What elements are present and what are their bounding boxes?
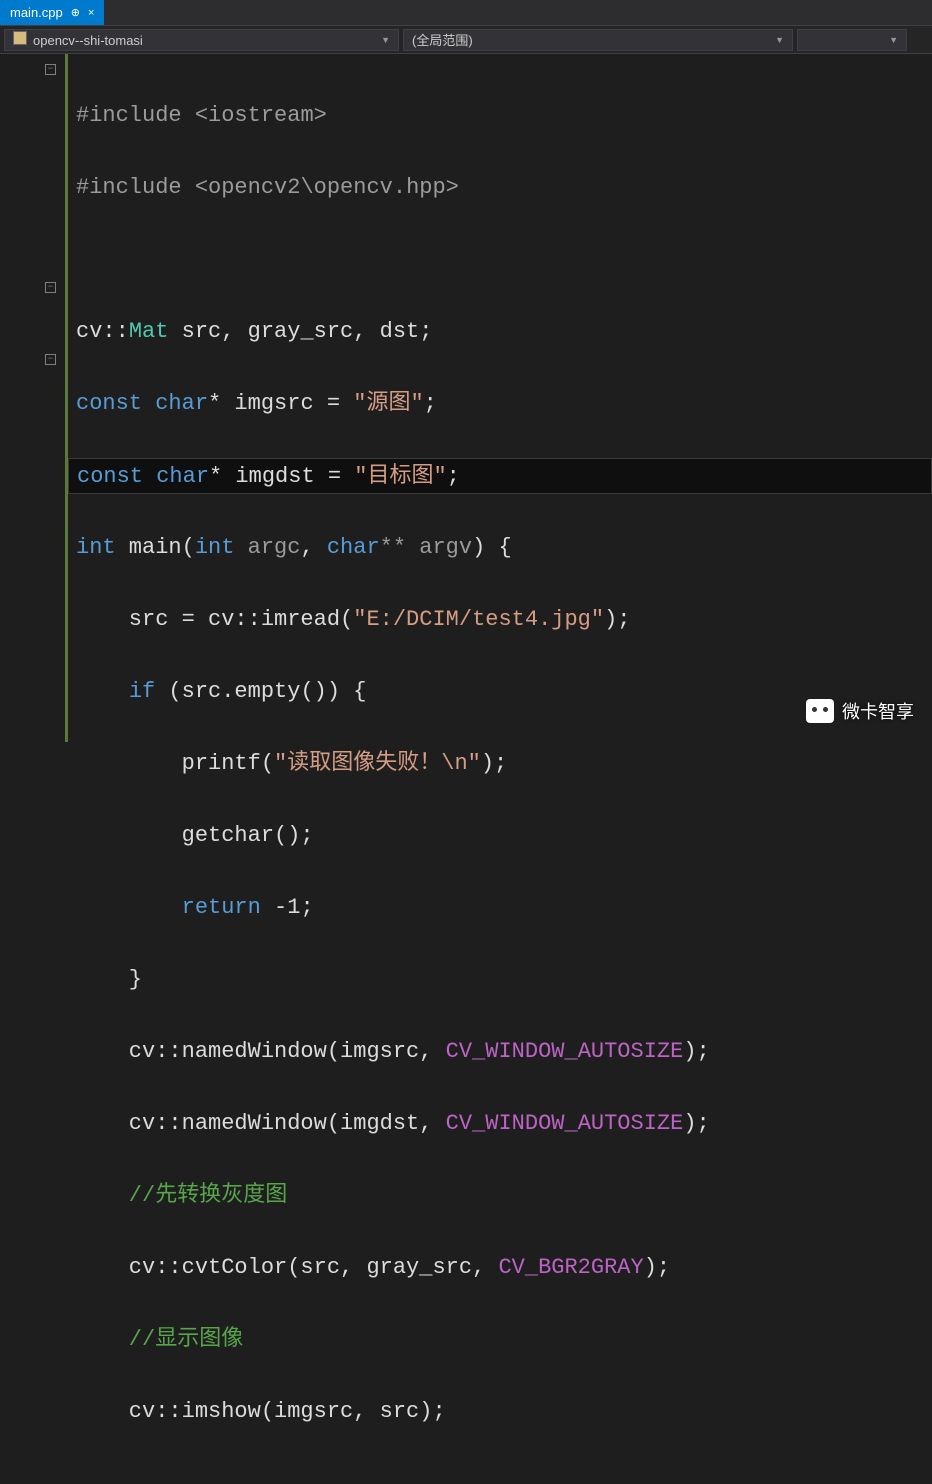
- code-editor[interactable]: − − − #include <iostream> #include <open…: [0, 54, 932, 742]
- string-literal: "源图": [353, 391, 423, 416]
- code-text: cv::cvtColor(src, gray_src,: [76, 1255, 498, 1280]
- code-text: * imgsrc =: [208, 391, 353, 416]
- gutter: − − −: [0, 54, 68, 742]
- constant: CV_WINDOW_AUTOSIZE: [446, 1039, 684, 1064]
- chevron-down-icon: ▼: [775, 35, 784, 45]
- code-area[interactable]: #include <iostream> #include <opencv2\op…: [68, 54, 932, 742]
- tab-bar: main.cpp ⊕ ×: [0, 0, 932, 26]
- tab-close-icon[interactable]: ×: [88, 7, 94, 19]
- tab-pin-icon[interactable]: ⊕: [71, 6, 80, 19]
- code-text: getchar();: [76, 823, 314, 848]
- file-tab[interactable]: main.cpp ⊕ ×: [0, 0, 104, 25]
- constant: CV_WINDOW_AUTOSIZE: [446, 1111, 684, 1136]
- blank-line: [76, 242, 932, 278]
- highlighted-line: const char* imgdst = "目标图";: [68, 458, 932, 494]
- keyword: if: [129, 679, 155, 704]
- code-text: -1;: [261, 895, 314, 920]
- keyword: const char: [77, 464, 209, 489]
- scope-dropdown[interactable]: (全局范围) ▼: [403, 29, 793, 51]
- keyword: char: [327, 535, 380, 560]
- string-literal: "E:/DCIM/test4.jpg": [353, 607, 604, 632]
- project-icon: [13, 31, 27, 45]
- keyword: const char: [76, 391, 208, 416]
- fold-toggle[interactable]: −: [45, 64, 56, 75]
- code-text: * imgdst =: [209, 464, 354, 489]
- fold-toggle[interactable]: −: [45, 354, 56, 365]
- navigation-bar: opencv--shi-tomasi ▼ (全局范围) ▼ ▼: [0, 26, 932, 54]
- chevron-down-icon: ▼: [889, 35, 898, 45]
- code-text: src = cv::imread(: [76, 607, 353, 632]
- type: Mat: [129, 319, 169, 344]
- preprocessor: #include: [76, 175, 182, 200]
- code-text: cv::namedWindow(imgsrc,: [76, 1039, 446, 1064]
- keyword: int: [195, 535, 235, 560]
- include-path: <iostream>: [195, 103, 327, 128]
- code-text: printf(: [76, 751, 274, 776]
- fold-toggle[interactable]: −: [45, 282, 56, 293]
- watermark-text: 微卡智享: [842, 698, 914, 724]
- code-text: main(: [116, 535, 195, 560]
- comment: //先转换灰度图: [76, 1183, 287, 1208]
- keyword: return: [182, 895, 261, 920]
- code-text: cv::imshow(imgsrc, src);: [76, 1399, 446, 1424]
- code-text: cv::namedWindow(imgdst,: [76, 1111, 446, 1136]
- watermark: 微卡智享: [806, 698, 914, 724]
- code-text: }: [76, 967, 142, 992]
- keyword: int: [76, 535, 116, 560]
- member-dropdown[interactable]: ▼: [797, 29, 907, 51]
- param: argc: [234, 535, 300, 560]
- wechat-icon: [806, 699, 834, 723]
- project-name: opencv--shi-tomasi: [33, 33, 143, 48]
- chevron-down-icon: ▼: [381, 35, 390, 45]
- comment: //显示图像: [76, 1327, 243, 1352]
- code-text: src, gray_src, dst;: [168, 319, 432, 344]
- code-text: (src.empty()) {: [155, 679, 366, 704]
- include-path: <opencv2\opencv.hpp>: [195, 175, 459, 200]
- namespace: cv: [76, 319, 102, 344]
- tab-filename: main.cpp: [10, 5, 63, 20]
- preprocessor: #include: [76, 103, 182, 128]
- string-literal: "读取图像失败！\n": [274, 751, 481, 776]
- string-literal: "目标图": [354, 464, 446, 489]
- project-dropdown[interactable]: opencv--shi-tomasi ▼: [4, 29, 399, 51]
- param: ** argv: [380, 535, 472, 560]
- constant: CV_BGR2GRAY: [498, 1255, 643, 1280]
- scope-label: (全局范围): [412, 30, 473, 49]
